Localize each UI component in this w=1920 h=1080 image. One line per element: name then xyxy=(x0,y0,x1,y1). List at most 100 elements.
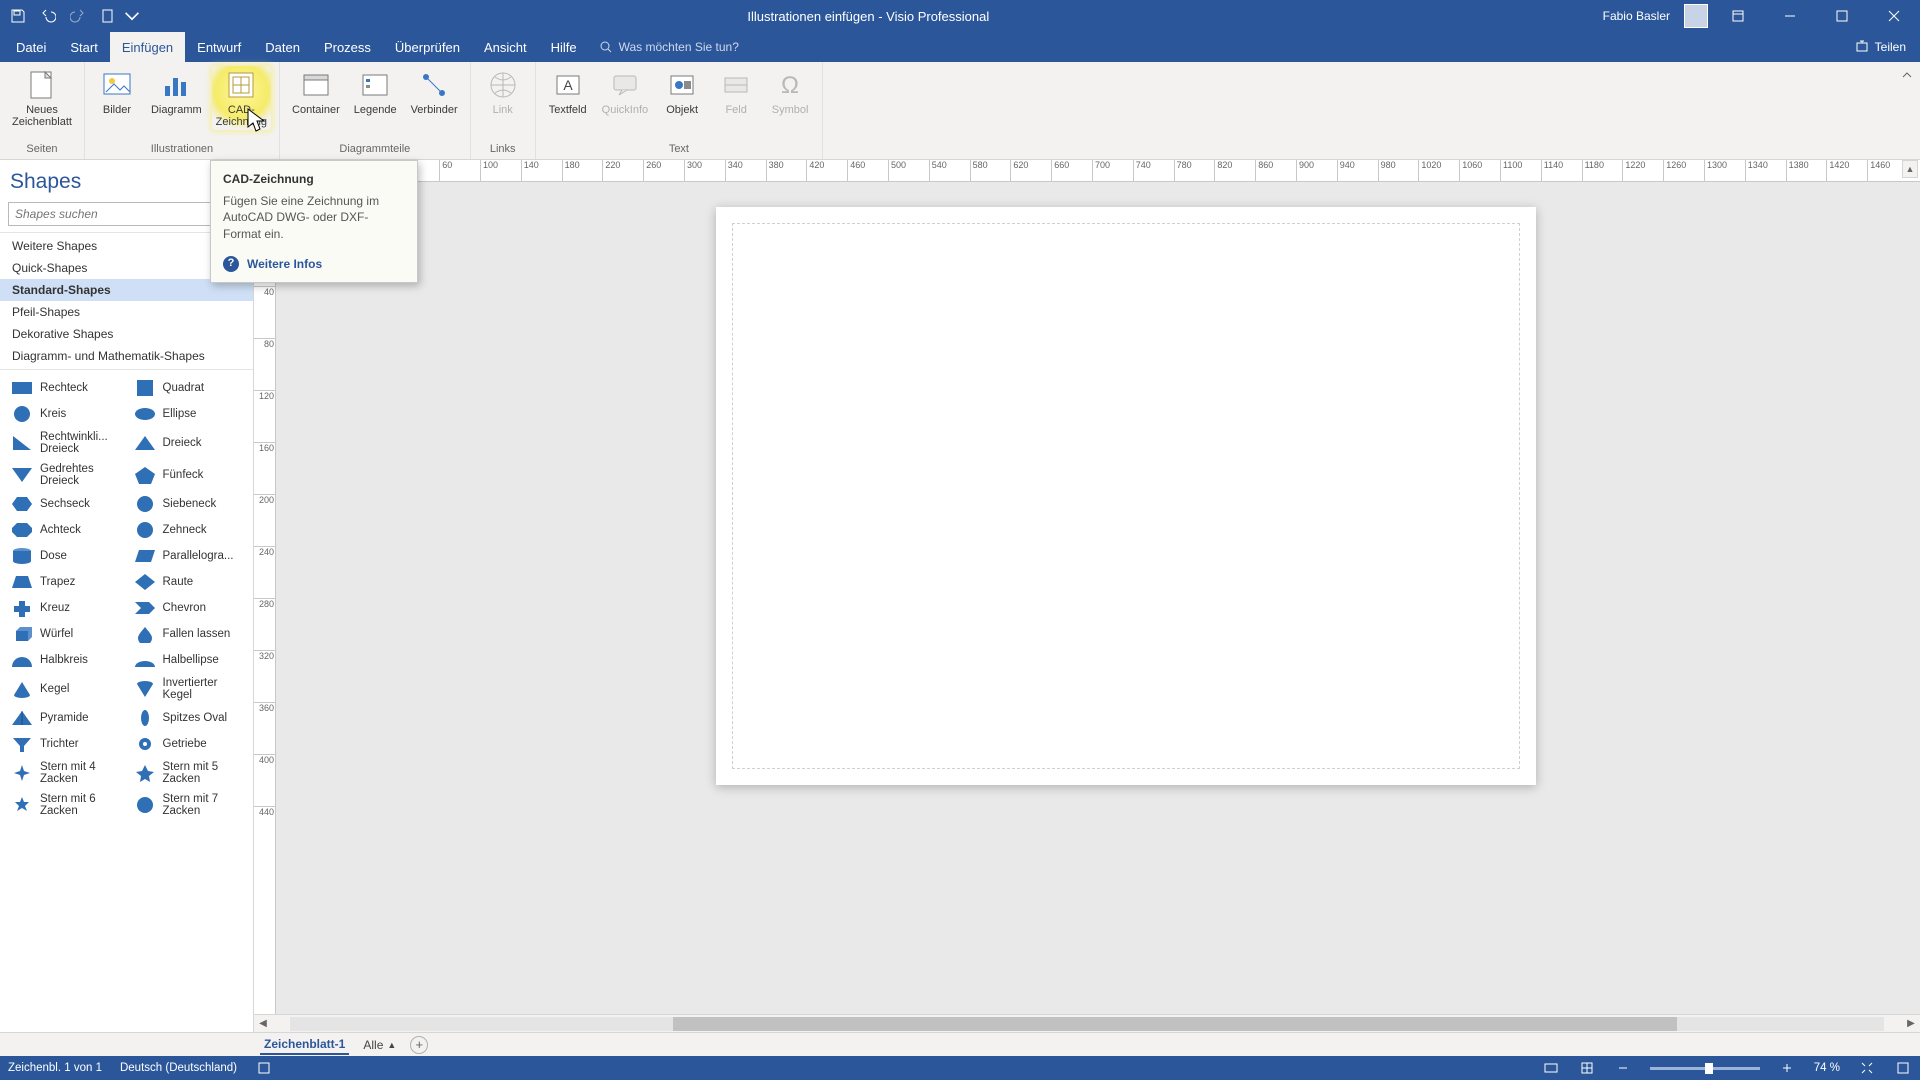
user-avatar[interactable] xyxy=(1684,4,1708,28)
horizontal-scrollbar[interactable]: ◀ ▶ xyxy=(254,1014,1920,1032)
shape-chev[interactable]: Chevron xyxy=(129,596,248,620)
sheet-tab-active[interactable]: Zeichenblatt-1 xyxy=(260,1035,349,1055)
tell-me-search[interactable]: Was möchten Sie tun? xyxy=(589,32,749,62)
shape-can-icon xyxy=(10,547,34,565)
shape-halfc[interactable]: Halbkreis xyxy=(6,648,125,672)
shape-oct[interactable]: Achteck xyxy=(6,518,125,542)
shape-star7[interactable]: Stern mit 7 Zacken xyxy=(129,790,248,820)
cad-zeichnung-button[interactable]: CAD-Zeichnung xyxy=(212,66,271,130)
shape-dia-icon xyxy=(133,573,157,591)
tab-daten[interactable]: Daten xyxy=(253,32,312,62)
undo-button[interactable] xyxy=(34,2,62,30)
shapes-category-pfeil-shapes[interactable]: Pfeil-Shapes xyxy=(0,301,253,323)
ribbon-group-text: ATextfeldQuickInfoObjektFeldΩSymbolText xyxy=(536,62,823,159)
shape-icone[interactable]: Invertierter Kegel xyxy=(129,674,248,704)
zoom-slider[interactable] xyxy=(1650,1067,1760,1070)
tab-überprüfen[interactable]: Überprüfen xyxy=(383,32,472,62)
minimize-button[interactable] xyxy=(1768,2,1812,30)
shape-rect[interactable]: Rechteck xyxy=(6,376,125,400)
shape-square[interactable]: Quadrat xyxy=(129,376,248,400)
shape-cube[interactable]: Würfel xyxy=(6,622,125,646)
shape-square-icon xyxy=(133,379,157,397)
pan-zoom-button[interactable] xyxy=(1894,1059,1912,1077)
tab-start[interactable]: Start xyxy=(58,32,109,62)
shape-trap[interactable]: Trapez xyxy=(6,570,125,594)
tab-entwurf[interactable]: Entwurf xyxy=(185,32,253,62)
shape-tri[interactable]: Dreieck xyxy=(129,428,248,458)
legende-button[interactable]: Legende xyxy=(350,66,401,118)
shape-can[interactable]: Dose xyxy=(6,544,125,568)
ribbon-display-button[interactable] xyxy=(1716,2,1760,30)
shape-gear[interactable]: Getriebe xyxy=(129,732,248,756)
shape-soval[interactable]: Spitzes Oval xyxy=(129,706,248,730)
ribbon-button-label: QuickInfo xyxy=(602,104,648,116)
scroll-right-button[interactable]: ▶ xyxy=(1902,1015,1920,1033)
save-button[interactable] xyxy=(4,2,32,30)
scroll-thumb[interactable] xyxy=(673,1017,1677,1031)
shape-dec[interactable]: Zehneck xyxy=(129,518,248,542)
presentation-mode-button[interactable] xyxy=(1542,1059,1560,1077)
symbol-button: ΩSymbol xyxy=(766,66,814,118)
shape-cross[interactable]: Kreuz xyxy=(6,596,125,620)
neues-zeichenblatt-button[interactable]: NeuesZeichenblatt xyxy=(8,66,76,130)
zoom-level[interactable]: 74 % xyxy=(1814,1062,1840,1074)
shape-star6[interactable]: Stern mit 6 Zacken xyxy=(6,790,125,820)
macro-recording-icon[interactable] xyxy=(255,1059,273,1077)
shapes-category-dekorative-shapes[interactable]: Dekorative Shapes xyxy=(0,323,253,345)
shape-rottri[interactable]: Gedrehtes Dreieck xyxy=(6,460,125,490)
shape-halfe[interactable]: Halbellipse xyxy=(129,648,248,672)
shape-para[interactable]: Parallelogra... xyxy=(129,544,248,568)
scroll-left-button[interactable]: ◀ xyxy=(254,1015,272,1033)
new-doc-button[interactable] xyxy=(94,2,122,30)
diagramm-button[interactable]: Diagramm xyxy=(147,66,206,118)
drawing-surface[interactable] xyxy=(276,182,1920,1014)
tab-ansicht[interactable]: Ansicht xyxy=(472,32,539,62)
shape-circle[interactable]: Kreis xyxy=(6,402,125,426)
add-page-button[interactable]: + xyxy=(410,1036,428,1054)
status-language[interactable]: Deutsch (Deutschland) xyxy=(120,1062,237,1074)
ribbon-group-links: LinkLinks xyxy=(471,62,536,159)
tab-datei[interactable]: Datei xyxy=(4,32,58,62)
shape-ellipse[interactable]: Ellipse xyxy=(129,402,248,426)
tab-einfügen[interactable]: Einfügen xyxy=(110,32,185,62)
tooltip-more-link[interactable]: ? Weitere Infos xyxy=(223,256,405,272)
shape-dia[interactable]: Raute xyxy=(129,570,248,594)
textfeld-button[interactable]: ATextfeld xyxy=(544,66,592,118)
zoom-in-button[interactable] xyxy=(1778,1059,1796,1077)
scroll-up-button[interactable]: ▲ xyxy=(1902,160,1918,178)
shape-drop[interactable]: Fallen lassen xyxy=(129,622,248,646)
shape-funnel[interactable]: Trichter xyxy=(6,732,125,756)
shape-label: Achteck xyxy=(40,524,81,536)
shape-star5[interactable]: Stern mit 5 Zacken xyxy=(129,758,248,788)
shapes-category-diagramm-und-mathematik-shapes[interactable]: Diagramm- und Mathematik-Shapes xyxy=(0,345,253,367)
tab-hilfe[interactable]: Hilfe xyxy=(539,32,589,62)
shape-label: Chevron xyxy=(163,602,206,614)
shape-hex[interactable]: Sechseck xyxy=(6,492,125,516)
qat-customize-button[interactable] xyxy=(124,2,140,30)
ribbon-button-label: CAD-Zeichnung xyxy=(216,104,267,128)
shape-pyr[interactable]: Pyramide xyxy=(6,706,125,730)
fit-page-button[interactable] xyxy=(1578,1059,1596,1077)
drawing-page[interactable] xyxy=(716,207,1536,785)
redo-button[interactable] xyxy=(64,2,92,30)
shape-rtri[interactable]: Rechtwinkli... Dreieck xyxy=(6,428,125,458)
user-name[interactable]: Fabio Basler xyxy=(1597,9,1676,23)
close-button[interactable] xyxy=(1872,2,1916,30)
container-button[interactable]: Container xyxy=(288,66,344,118)
collapse-ribbon-button[interactable] xyxy=(1898,66,1916,84)
fit-window-button[interactable] xyxy=(1858,1059,1876,1077)
zoom-out-button[interactable] xyxy=(1614,1059,1632,1077)
objekt-button[interactable]: Objekt xyxy=(658,66,706,118)
bilder-button[interactable]: Bilder xyxy=(93,66,141,118)
shape-pent[interactable]: Fünfeck xyxy=(129,460,248,490)
verbinder-button[interactable]: Verbinder xyxy=(407,66,462,118)
share-button[interactable]: Teilen xyxy=(1841,32,1920,62)
maximize-button[interactable] xyxy=(1820,2,1864,30)
tab-prozess[interactable]: Prozess xyxy=(312,32,383,62)
tooltip-body: Fügen Sie eine Zeichnung im AutoCAD DWG-… xyxy=(223,193,405,242)
shape-cone[interactable]: Kegel xyxy=(6,674,125,704)
shape-label: Trapez xyxy=(40,576,75,588)
shape-hept[interactable]: Siebeneck xyxy=(129,492,248,516)
shape-star4[interactable]: Stern mit 4 Zacken xyxy=(6,758,125,788)
sheet-filter-dropdown[interactable]: Alle ▲ xyxy=(363,1038,396,1052)
